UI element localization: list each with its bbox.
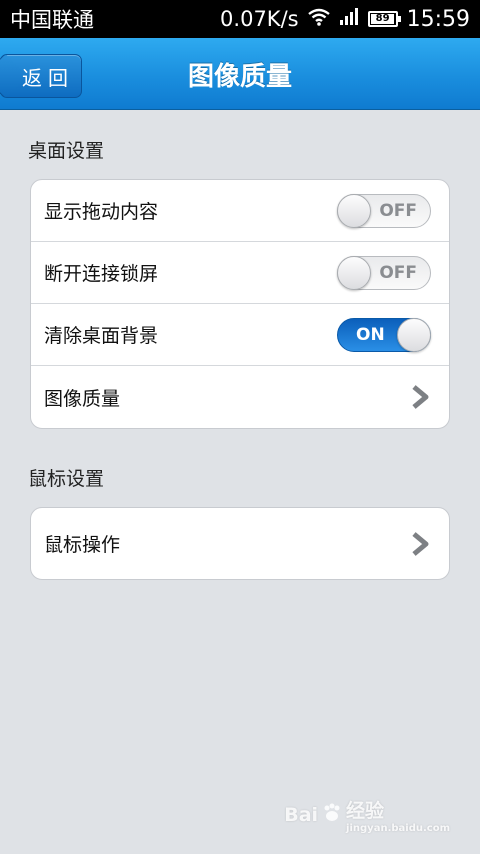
section-label-desktop: 桌面设置 [28,140,105,162]
row-show-drag-content: 显示拖动内容 OFF [31,180,449,242]
network-speed: 0.07K/s [220,7,299,31]
watermark-cn: 经验 [346,800,385,822]
chevron-right-icon [409,384,431,410]
desktop-settings-group: 显示拖动内容 OFF 断开连接锁屏 OFF 清除桌面背景 ON 图像质量 [30,179,450,429]
battery-level: 89 [375,13,390,24]
watermark-text: Bai [284,804,319,826]
title-bar: 图像质量 返回 [0,38,480,110]
row-image-quality[interactable]: 图像质量 [31,366,449,428]
mouse-settings-group: 鼠标操作 [30,507,450,580]
row-label: 清除桌面背景 [44,325,159,347]
toggle-state: OFF [379,262,417,283]
paw-icon [322,803,342,828]
toggle-state: ON [356,324,385,345]
disconnect-lock-toggle[interactable]: OFF [337,255,431,290]
row-mouse-operation[interactable]: 鼠标操作 [31,508,449,579]
row-label: 断开连接锁屏 [44,263,159,285]
row-clear-wallpaper: 清除桌面背景 ON [31,304,449,366]
show-drag-content-toggle[interactable]: OFF [337,193,431,228]
status-bar: 中国联通 0.07K/s 89 15:59 [0,0,480,38]
back-button-label: 返回 [22,65,74,90]
row-label: 图像质量 [44,387,121,410]
toggle-state: OFF [379,200,417,221]
back-button[interactable]: 返回 [0,54,82,98]
toggle-knob [397,317,431,352]
row-label: 显示拖动内容 [44,201,159,223]
battery-icon: 89 [367,11,401,27]
watermark-url: jingyan.baidu.com [346,823,450,834]
carrier-name: 中国联通 [10,8,94,32]
row-disconnect-lock: 断开连接锁屏 OFF [31,242,449,304]
clock: 15:59 [406,6,470,32]
signal-icon [339,7,359,31]
wifi-icon [307,7,330,31]
section-label-mouse: 鼠标设置 [28,468,105,490]
chevron-right-icon [409,531,431,557]
toggle-knob [337,193,371,228]
toggle-knob [337,255,371,290]
status-indicators: 0.07K/s 89 15:59 [220,7,470,32]
clear-wallpaper-toggle[interactable]: ON [337,317,431,352]
baidu-watermark: Bai 经验 jingyan.baidu.com [284,796,450,834]
row-label: 鼠标操作 [44,534,121,556]
